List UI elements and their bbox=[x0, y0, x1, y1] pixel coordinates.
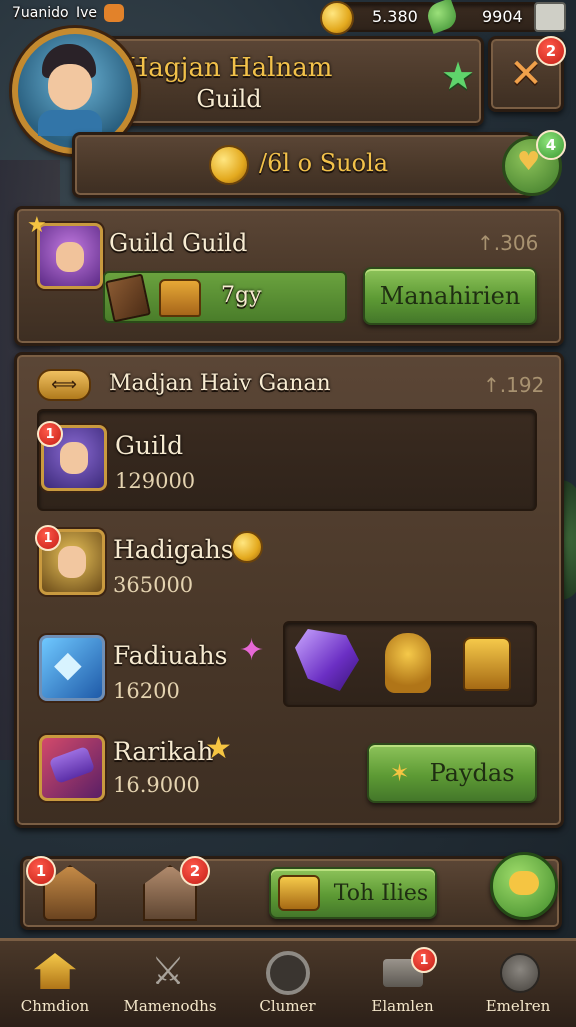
member-value: 129000 bbox=[115, 469, 196, 493]
guild-star-icon: ★ bbox=[27, 213, 47, 238]
payout-button-label: Paydas bbox=[429, 759, 515, 787]
guild-card-title: Guild Guild bbox=[109, 229, 248, 257]
golden-chest-icon bbox=[463, 637, 511, 691]
gold-star-icon: ★ bbox=[205, 731, 232, 766]
guild-card: ★ Guild Guild ↑.306 7gy Manahirien bbox=[14, 206, 564, 346]
spellbook-icon bbox=[105, 273, 151, 323]
profile-icon bbox=[500, 953, 540, 993]
members-panel: ⟺ Madjan Haiv Ganan ↑.192 1 Guild 129000… bbox=[14, 352, 564, 828]
nav-item-clumer[interactable]: Clumer bbox=[230, 941, 345, 1027]
status-bar: 7uanido Ive 5.380 9904 bbox=[0, 0, 576, 35]
nav-item-champion[interactable]: Chmdion bbox=[0, 941, 115, 1027]
panel-title: Madjan Haiv Ganan bbox=[109, 371, 331, 396]
nav-label: Clumer bbox=[259, 997, 316, 1015]
treasure-chest-icon bbox=[159, 279, 201, 317]
pink-star-icon: ✦ bbox=[239, 633, 265, 668]
close-notification-badge: 2 bbox=[536, 36, 566, 66]
crossed-swords-icon: ⚔ bbox=[151, 949, 186, 993]
status-time: 7uanido bbox=[12, 5, 69, 21]
guild-progress-text: 7gy bbox=[221, 283, 262, 308]
member-value: 16.9000 bbox=[113, 773, 200, 797]
member-badge: 1 bbox=[35, 525, 61, 551]
list-item[interactable]: 1 Guild 129000 bbox=[37, 409, 537, 511]
member-badge: 1 bbox=[37, 421, 63, 447]
nav-label: Mamenodhs bbox=[123, 997, 217, 1015]
chat-button[interactable] bbox=[490, 852, 558, 920]
list-item[interactable]: ◆ Fadiuahs ✦ 16200 bbox=[37, 621, 537, 719]
list-item[interactable]: Rarikah ★ 16.9000 ✶ Paydas bbox=[37, 727, 537, 817]
reward-items-well bbox=[283, 621, 537, 707]
member-value: 16200 bbox=[113, 679, 180, 703]
action-badge-mid: 2 bbox=[180, 856, 210, 886]
treasure-button-label: Toh Ilies bbox=[333, 880, 429, 906]
guild-card-value: ↑.306 bbox=[477, 231, 539, 255]
member-value: 365000 bbox=[113, 573, 194, 597]
arrows-icon[interactable]: ⟺ bbox=[37, 369, 91, 401]
member-name: Guild bbox=[115, 431, 184, 460]
avatar-face bbox=[48, 64, 92, 110]
nav-label: Chmdion bbox=[20, 997, 90, 1015]
guild-coin-icon bbox=[209, 145, 249, 185]
crystal-icon: ◆ bbox=[54, 644, 82, 685]
chest-icon bbox=[277, 875, 320, 911]
member-name: Fadiuahs bbox=[113, 641, 228, 670]
guild-currency-plate: /6l o Suola bbox=[72, 132, 534, 198]
green-star-icon: ★ bbox=[441, 54, 476, 98]
nav-item-members[interactable]: ⚔ Mamenodhs bbox=[115, 941, 230, 1027]
bottom-nav: Chmdion ⚔ Mamenodhs Clumer 1 Elamlen Eme… bbox=[0, 938, 576, 1027]
home-icon bbox=[34, 953, 76, 989]
nav-item-emelren[interactable]: Emelren bbox=[460, 941, 576, 1027]
nav-item-elamlen[interactable]: 1 Elamlen bbox=[345, 941, 460, 1027]
scroll-portrait bbox=[39, 735, 105, 801]
crystal-portrait: ◆ bbox=[39, 635, 105, 701]
coin-icon bbox=[320, 1, 354, 35]
guild-portrait[interactable] bbox=[37, 223, 103, 289]
guild-emblem-badge: 4 bbox=[536, 130, 566, 160]
star-cluster-icon: ✶ bbox=[389, 759, 410, 787]
chat-bubble-icon bbox=[509, 871, 539, 895]
status-carrier: Ive bbox=[76, 5, 98, 21]
nav-badge: 1 bbox=[411, 947, 437, 973]
action-bar: Toh Ilies bbox=[20, 856, 562, 930]
golden-idol-icon bbox=[385, 633, 431, 693]
list-item[interactable]: 1 Hadigahs 365000 bbox=[35, 515, 533, 613]
treasure-button[interactable]: Toh Ilies bbox=[269, 867, 437, 919]
panel-value: ↑.192 bbox=[483, 373, 545, 397]
member-coin-icon bbox=[231, 531, 263, 563]
guild-currency-value: /6l o Suola bbox=[259, 149, 389, 177]
manage-guild-button[interactable]: Manahirien bbox=[363, 267, 537, 325]
member-name: Rarikah bbox=[113, 737, 214, 766]
clock-icon bbox=[266, 951, 310, 995]
member-name: Hadigahs bbox=[113, 535, 234, 564]
scroll-icon bbox=[48, 745, 96, 785]
gem-counter[interactable]: 9904 bbox=[424, 0, 546, 34]
gem-amount: 9904 bbox=[482, 7, 523, 26]
action-badge-left: 1 bbox=[26, 856, 56, 886]
guild-progress-bar: 7gy bbox=[103, 271, 347, 323]
add-currency-icon[interactable] bbox=[534, 2, 566, 32]
member-face bbox=[60, 442, 88, 474]
panel-header: ⟺ Madjan Haiv Ganan ↑.192 bbox=[23, 361, 551, 407]
status-face-icon bbox=[104, 4, 124, 22]
coin-amount: 5.380 bbox=[372, 7, 418, 26]
payout-button[interactable]: ✶ Paydas bbox=[367, 743, 537, 803]
nav-label: Elamlen bbox=[371, 997, 434, 1015]
nav-label: Emelren bbox=[485, 997, 551, 1015]
amethyst-gem-icon bbox=[295, 629, 359, 691]
member-face bbox=[58, 546, 86, 578]
guild-portrait-face bbox=[56, 242, 84, 272]
